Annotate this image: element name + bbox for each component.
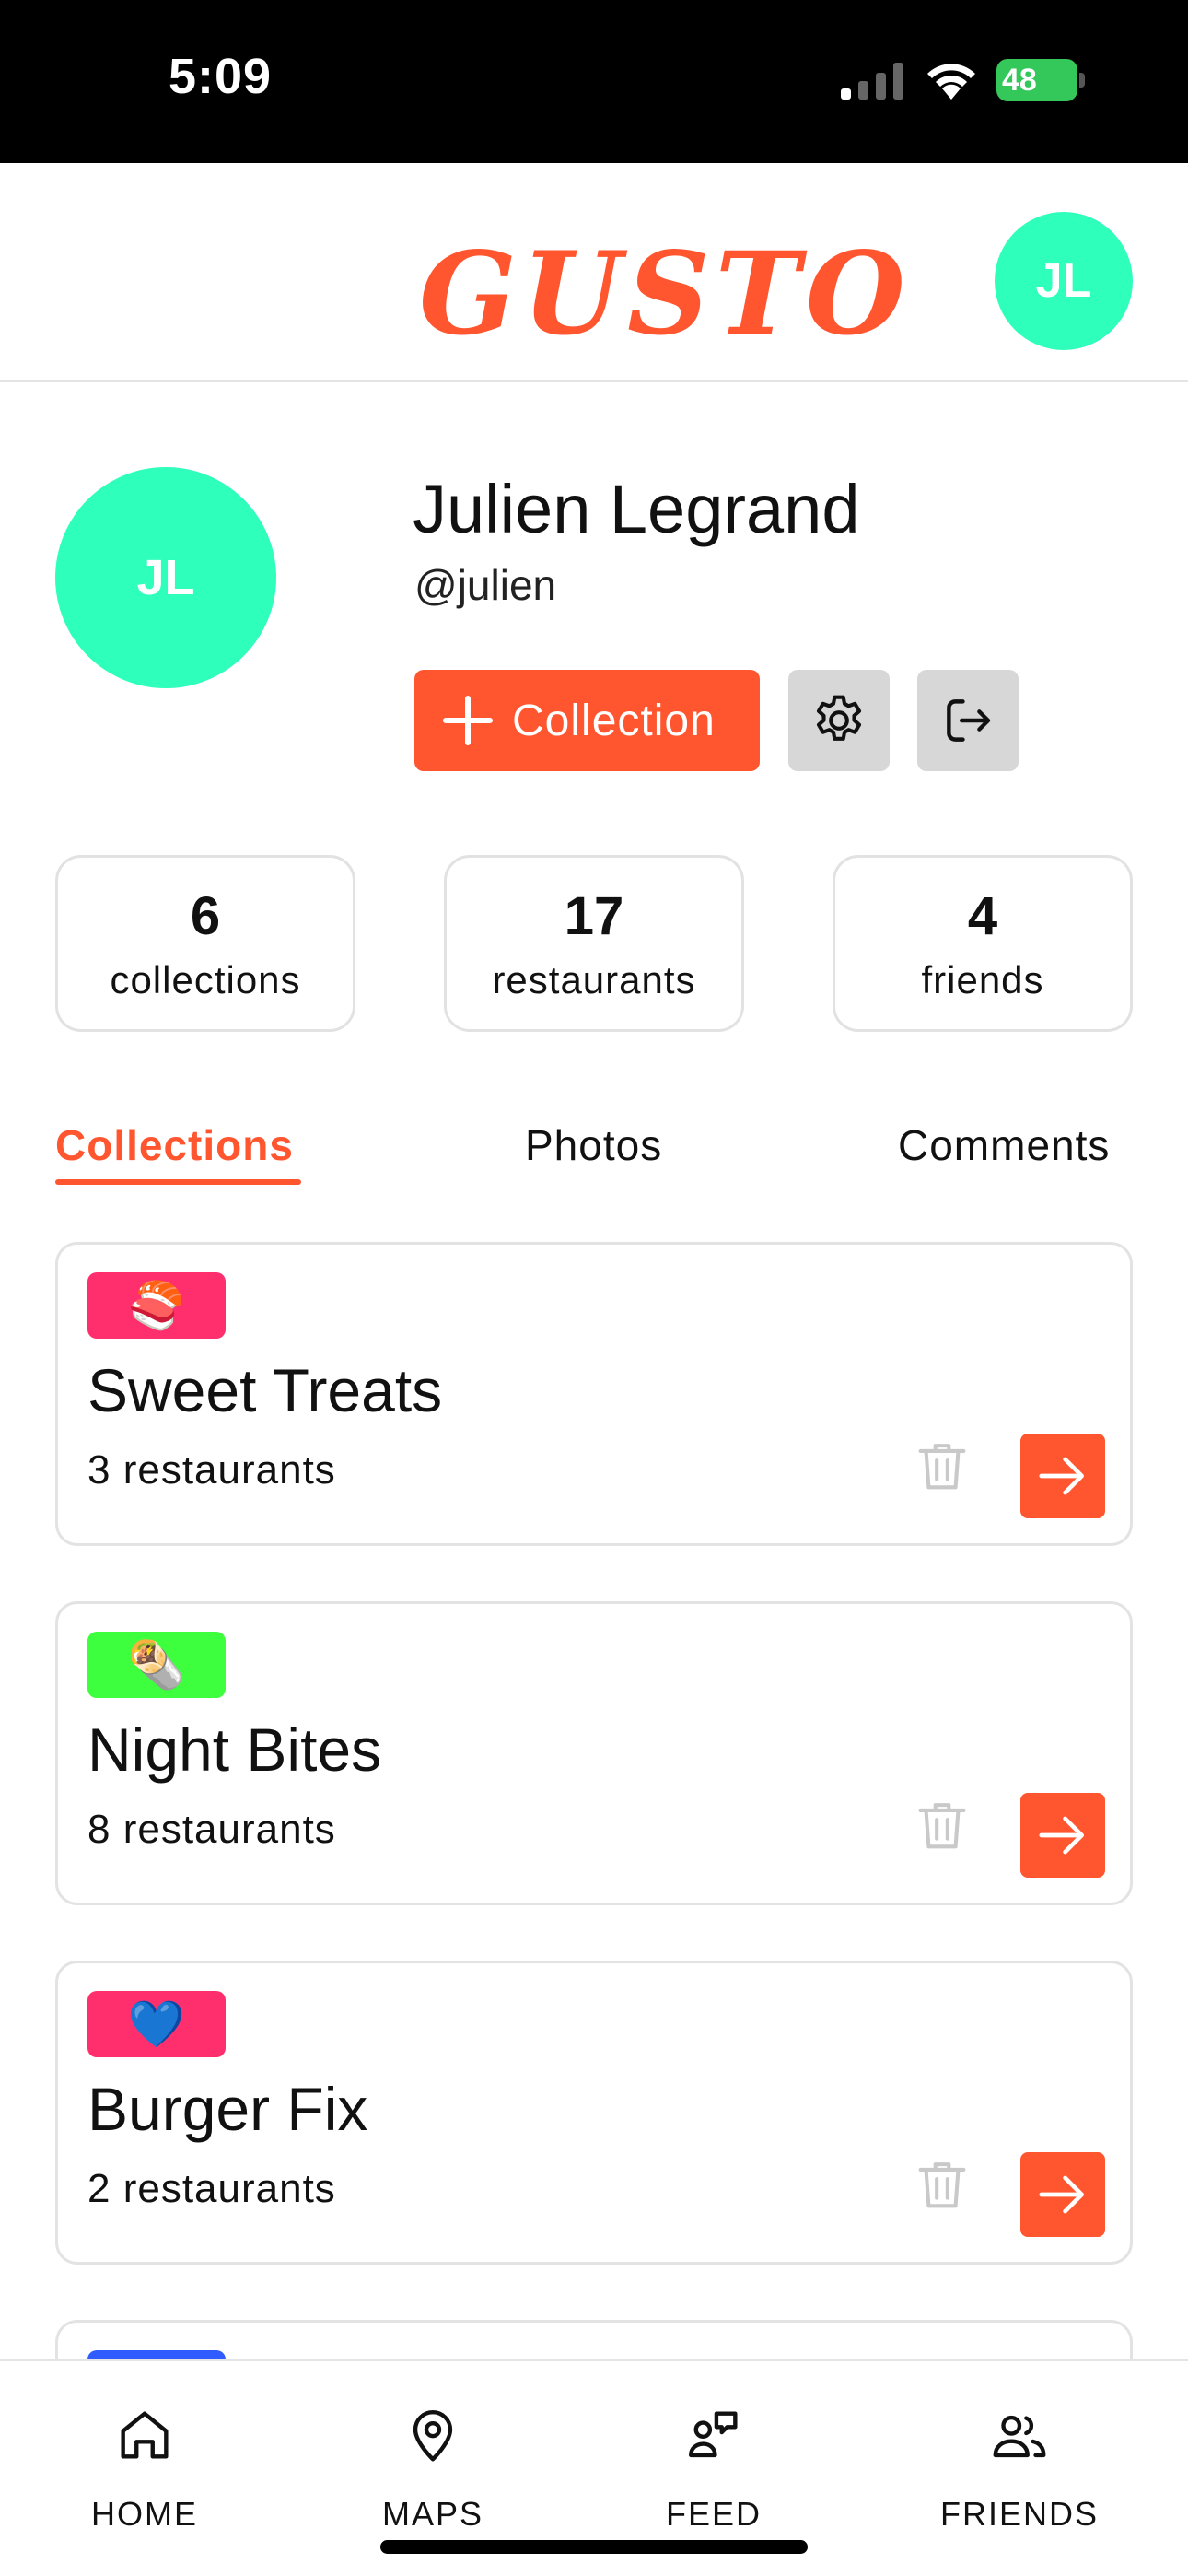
nav-label: FEED bbox=[665, 2495, 762, 2533]
settings-button[interactable] bbox=[788, 670, 890, 771]
open-collection-button[interactable] bbox=[1020, 1434, 1105, 1518]
stat-collections[interactable]: 6 collections bbox=[55, 855, 355, 1032]
logout-button[interactable] bbox=[917, 670, 1019, 771]
collection-count: 2 restaurants bbox=[87, 2166, 336, 2211]
app-logo: GUSTO bbox=[419, 228, 911, 361]
logout-icon bbox=[947, 699, 991, 742]
profile-avatar: JL bbox=[55, 467, 276, 688]
plus-icon bbox=[443, 696, 493, 745]
add-collection-button[interactable]: Collection bbox=[414, 670, 760, 771]
nav-label: MAPS bbox=[381, 2495, 484, 2533]
stat-label: friends bbox=[921, 958, 1044, 1001]
header-avatar[interactable]: JL bbox=[995, 212, 1133, 350]
open-collection-button[interactable] bbox=[1020, 2152, 1105, 2237]
map-pin-icon bbox=[413, 2410, 453, 2462]
collection-title: Night Bites bbox=[87, 1715, 382, 1784]
arrow-right-icon bbox=[1039, 1816, 1084, 1855]
arrow-right-icon bbox=[1039, 1457, 1084, 1495]
nav-label: HOME bbox=[91, 2495, 198, 2533]
profile-name: Julien Legrand bbox=[413, 471, 860, 547]
profile-handle: @julien bbox=[414, 561, 557, 609]
wifi-icon bbox=[927, 64, 975, 100]
nav-home[interactable]: HOME bbox=[25, 2361, 264, 2546]
stat-restaurants[interactable]: 17 restaurants bbox=[444, 855, 744, 1032]
add-collection-label: Collection bbox=[512, 696, 716, 745]
stat-value: 6 bbox=[190, 886, 221, 946]
arrow-right-icon bbox=[1039, 2175, 1084, 2214]
collection-count: 8 restaurants bbox=[87, 1807, 336, 1852]
open-collection-button[interactable] bbox=[1020, 1793, 1105, 1878]
nav-feed[interactable]: FEED bbox=[594, 2361, 833, 2546]
tab-comments[interactable]: Comments bbox=[898, 1120, 1110, 1170]
friends-icon bbox=[993, 2415, 1046, 2458]
trash-icon[interactable] bbox=[910, 1793, 974, 1857]
stat-label: restaurants bbox=[492, 958, 696, 1001]
stat-value: 4 bbox=[967, 886, 998, 946]
stat-label: collections bbox=[110, 958, 301, 1001]
trash-icon[interactable] bbox=[910, 2152, 974, 2217]
status-bar: 5:09 48 bbox=[0, 0, 1188, 163]
collection-title: Sweet Treats bbox=[87, 1356, 443, 1424]
battery-percent: 48 bbox=[1002, 63, 1037, 98]
collection-card[interactable]: 🌯 Night Bites 8 restaurants bbox=[55, 1601, 1133, 1905]
tab-photos[interactable]: Photos bbox=[525, 1120, 662, 1170]
signal-icon bbox=[841, 63, 903, 100]
nav-friends[interactable]: FRIENDS bbox=[900, 2361, 1139, 2546]
collection-emoji-badge: 🌯 bbox=[87, 1632, 226, 1698]
trash-icon[interactable] bbox=[910, 1434, 974, 1498]
collection-card[interactable]: 💙 Burger Fix 2 restaurants bbox=[55, 1961, 1133, 2265]
stat-value: 17 bbox=[564, 886, 624, 946]
nav-label: FRIENDS bbox=[939, 2495, 1099, 2533]
collection-count: 3 restaurants bbox=[87, 1447, 336, 1493]
gear-icon bbox=[816, 695, 862, 741]
home-icon bbox=[121, 2411, 169, 2459]
active-tab-indicator bbox=[55, 1179, 301, 1185]
nav-maps[interactable]: MAPS bbox=[313, 2361, 553, 2546]
collection-title: Burger Fix bbox=[87, 2075, 368, 2143]
home-indicator bbox=[380, 2540, 808, 2554]
tab-collections[interactable]: Collections bbox=[55, 1120, 294, 1170]
stat-friends[interactable]: 4 friends bbox=[833, 855, 1133, 1032]
feed-icon bbox=[689, 2411, 738, 2458]
collection-emoji-badge: 🍣 bbox=[87, 1272, 226, 1339]
collection-card[interactable]: 🍣 Sweet Treats 3 restaurants bbox=[55, 1242, 1133, 1546]
status-time: 5:09 bbox=[169, 49, 273, 104]
battery-icon: 48 bbox=[996, 59, 1085, 101]
collection-emoji-badge: 💙 bbox=[87, 1991, 226, 2057]
app-header: GUSTO JL bbox=[0, 163, 1188, 382]
